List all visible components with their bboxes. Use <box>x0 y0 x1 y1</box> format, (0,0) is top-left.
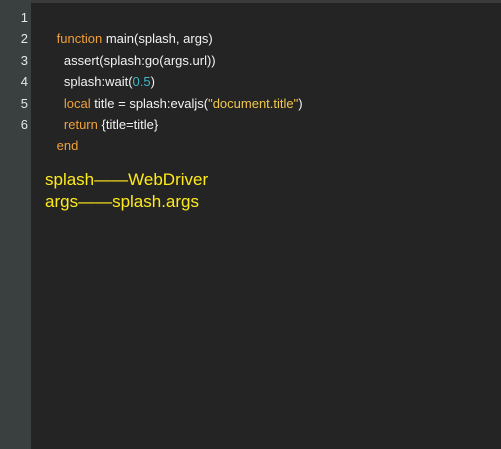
line-number: 1 <box>20 10 28 25</box>
keyword-token: return <box>63 116 98 132</box>
code-token: assert(splash:go(args.url)) <box>56 52 216 68</box>
line-number: 4 <box>20 74 28 90</box>
string-token: "document.title" <box>208 95 299 111</box>
keyword-token: end <box>56 138 79 154</box>
keyword-token: function <box>56 31 103 47</box>
code-token: splash:wait( <box>56 74 133 90</box>
code-text[interactable]: function main(splash, args) assert(splas… <box>35 7 303 153</box>
line-number: 5 <box>20 95 28 111</box>
annotation-args: args——splash.args <box>45 192 200 211</box>
code-line[interactable]: function main(splash, args) <box>35 7 303 46</box>
code-token: title = splash:evaljs( <box>90 95 209 111</box>
code-editor[interactable]: 1 2 3 4 5 6 function main(splash, args) … <box>0 0 501 449</box>
code-token: ) <box>298 95 303 111</box>
annotation-notes: splash——WebDriver args——splash.args <box>45 169 208 213</box>
keyword-token: local <box>63 95 91 111</box>
editor-top-border <box>0 0 501 3</box>
annotation-splash: splash——WebDriver <box>45 170 209 189</box>
code-token: ) <box>150 74 155 90</box>
code-token: {title=title} <box>97 116 159 132</box>
line-number-gutter: 1 2 3 4 5 6 <box>0 0 31 449</box>
line-numbers: 1 2 3 4 5 6 <box>0 7 28 135</box>
number-token: 0.5 <box>132 74 151 90</box>
line-number: 6 <box>20 116 28 132</box>
line-number: 3 <box>20 52 28 68</box>
line-number: 2 <box>20 31 28 47</box>
code-token: main(splash, args) <box>102 31 213 47</box>
